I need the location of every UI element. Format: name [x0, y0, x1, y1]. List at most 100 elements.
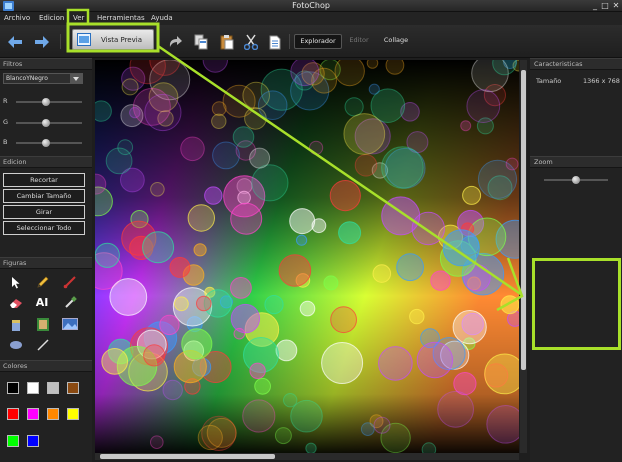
close-button[interactable]: ✕	[611, 1, 621, 11]
bokeh-circle	[169, 256, 191, 278]
r-slider-knob[interactable]	[41, 98, 50, 106]
g-slider-knob[interactable]	[41, 119, 50, 127]
tab-explorador[interactable]: Explorador	[294, 34, 342, 49]
bokeh-circle	[95, 242, 120, 268]
line-icon[interactable]	[35, 337, 51, 353]
toolbar-separator	[60, 34, 61, 49]
tab-collage[interactable]: Collage	[378, 34, 414, 49]
horizontal-scroll-thumb[interactable]	[100, 454, 275, 459]
bokeh-circle	[381, 146, 424, 189]
image-canvas[interactable]	[95, 60, 519, 453]
g-label: G	[3, 118, 9, 126]
size-label: Tamaño	[536, 77, 562, 85]
bokeh-circle	[278, 254, 312, 287]
bokeh-circle	[242, 399, 276, 433]
cut-icon[interactable]	[242, 33, 260, 51]
bokeh-circle	[159, 314, 180, 336]
bokeh-circle	[368, 83, 380, 95]
bokeh-circle	[466, 89, 501, 123]
paste-icon[interactable]	[218, 33, 236, 51]
bokeh-circle	[290, 60, 320, 87]
g-slider-track[interactable]	[16, 119, 82, 127]
bokeh-circle	[275, 339, 298, 362]
color-swatch[interactable]	[27, 435, 39, 447]
color-swatch[interactable]	[7, 382, 19, 394]
color-swatch[interactable]	[27, 408, 39, 420]
eyedropper-icon[interactable]	[62, 295, 78, 311]
horizontal-scrollbar[interactable]	[95, 453, 519, 460]
bokeh-circle	[197, 424, 223, 451]
b-label: B	[3, 138, 8, 146]
color-swatch[interactable]	[7, 435, 19, 447]
bucket-icon[interactable]	[8, 316, 24, 332]
resize-button[interactable]: Cambiar Tamaño	[3, 189, 85, 203]
bokeh-circle	[430, 270, 451, 291]
color-swatch[interactable]	[47, 382, 59, 394]
menu-ayuda[interactable]: Ayuda	[151, 14, 173, 22]
bokeh-circle	[334, 60, 365, 87]
brush-icon[interactable]	[62, 274, 78, 290]
b-slider-track[interactable]	[16, 139, 82, 147]
color-swatch[interactable]	[47, 408, 59, 420]
document-icon[interactable]	[266, 33, 284, 51]
menu-herramientas[interactable]: Herramientas	[97, 14, 145, 22]
color-swatch[interactable]	[7, 408, 19, 420]
r-slider-track[interactable]	[16, 98, 82, 106]
crop-button[interactable]: Recortar	[3, 173, 85, 187]
preview-button[interactable]: Vista Previa	[72, 29, 154, 50]
text-icon[interactable]: AI	[34, 294, 50, 310]
bokeh-circle	[343, 113, 386, 155]
vertical-scrollbar[interactable]	[520, 60, 527, 453]
tab-editor[interactable]: Editor	[345, 34, 373, 49]
bokeh-circle	[329, 180, 361, 212]
zoom-slider-track[interactable]	[544, 176, 608, 184]
bokeh-circle	[409, 308, 425, 325]
color-swatch[interactable]	[67, 382, 79, 394]
back-arrow-icon[interactable]	[6, 33, 24, 51]
menu-ver[interactable]: Ver	[73, 14, 84, 22]
b-slider-knob[interactable]	[41, 139, 50, 147]
filter-select[interactable]: BlancoYNegro	[3, 73, 83, 84]
image-icon[interactable]	[62, 316, 78, 332]
zoom-slider-knob[interactable]	[572, 176, 580, 184]
color-swatch[interactable]	[67, 408, 79, 420]
bokeh-circle	[330, 306, 358, 334]
bokeh-circle	[143, 344, 166, 367]
features-header: Caracteristicas	[530, 58, 622, 70]
preview-icon	[77, 33, 91, 46]
menu-archivo[interactable]: Archivo	[4, 14, 30, 22]
bokeh-circle	[196, 295, 212, 312]
colors-title: Colores	[3, 362, 28, 370]
forward-arrow-icon[interactable]	[33, 33, 51, 51]
vertical-scroll-thumb[interactable]	[521, 70, 526, 370]
pencil-icon[interactable]	[35, 274, 51, 290]
bokeh-circle	[249, 362, 266, 379]
rotate-button[interactable]: Girar	[3, 205, 85, 219]
filters-title: Filtros	[3, 60, 23, 68]
menu-edicion[interactable]: Edicion	[39, 14, 64, 22]
maximize-button[interactable]: □	[600, 1, 610, 11]
bokeh-circle	[421, 442, 437, 453]
filters-header: Filtros	[0, 58, 92, 70]
bokeh-circle	[180, 136, 205, 162]
bokeh-circle	[211, 101, 227, 116]
select-all-button[interactable]: Seleccionar Todo	[3, 221, 85, 235]
redo-icon[interactable]	[166, 33, 184, 51]
bokeh-circle	[381, 196, 421, 236]
minimize-button[interactable]: _	[590, 1, 600, 11]
copy-icon[interactable]	[192, 33, 210, 51]
bokeh-circle	[174, 296, 189, 312]
frame-icon[interactable]	[35, 316, 51, 332]
color-swatch[interactable]	[27, 382, 39, 394]
ellipse-icon[interactable]	[8, 337, 24, 353]
r-label: R	[3, 97, 8, 105]
bokeh-circle	[95, 100, 112, 122]
bokeh-circle	[181, 328, 213, 360]
title-bar: FotoChop _ □ ✕	[0, 0, 622, 12]
eraser-icon[interactable]	[8, 295, 24, 311]
arrow-icon[interactable]	[8, 274, 24, 290]
edit-header: Edicion	[0, 156, 92, 168]
bokeh-circle	[257, 90, 288, 121]
bokeh-circle	[416, 341, 454, 379]
bokeh-circle	[254, 377, 272, 395]
